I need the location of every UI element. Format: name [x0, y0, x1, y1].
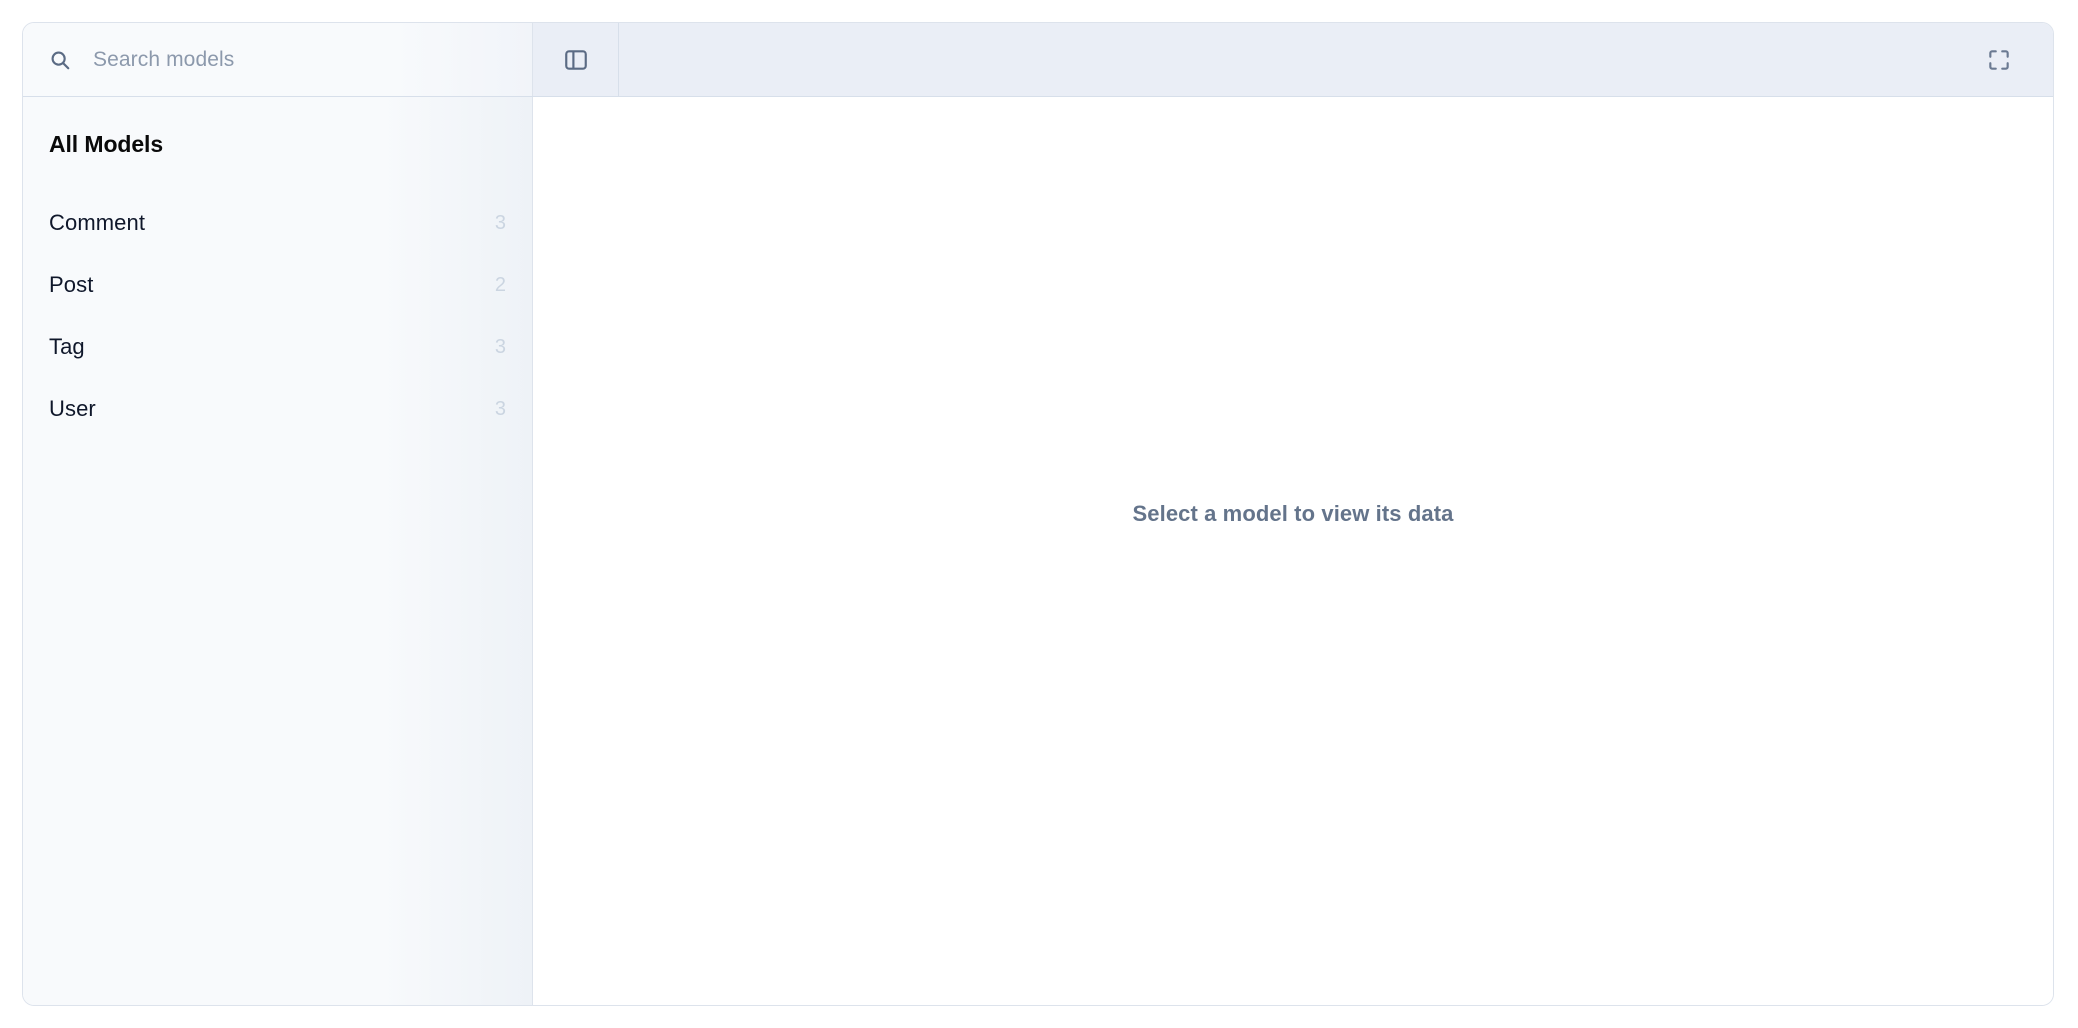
- top-bar: [23, 23, 2053, 97]
- model-list: Comment 3 Post 2 Tag 3 User 3: [23, 192, 532, 440]
- app-window: All Models Comment 3 Post 2 Tag 3 User 3 Select…: [22, 22, 2054, 1006]
- model-item-count: 3: [494, 397, 506, 420]
- model-item-count: 3: [494, 211, 506, 234]
- header-title-area: [619, 23, 2053, 96]
- sidebar-heading: All Models: [49, 131, 164, 157]
- sidebar-item-user[interactable]: User 3: [23, 378, 532, 440]
- body-area: All Models Comment 3 Post 2 Tag 3 User 3 Select…: [23, 97, 2053, 1005]
- panel-left-icon: [564, 49, 587, 70]
- fullscreen-icon: [1989, 49, 2009, 70]
- model-item-label: User: [49, 396, 96, 421]
- sidebar-item-tag[interactable]: Tag 3: [23, 316, 532, 378]
- model-item-label: Comment: [49, 210, 146, 235]
- search-input[interactable]: [93, 47, 510, 72]
- header-toolbar: [533, 23, 2053, 96]
- model-item-label: Post: [49, 272, 94, 297]
- main-content: Select a model to view its data: [533, 97, 2053, 1005]
- model-item-count: 2: [494, 273, 506, 296]
- search-icon: [51, 51, 70, 69]
- empty-state-message: Select a model to view its data: [1132, 501, 1454, 526]
- model-sidebar: All Models Comment 3 Post 2 Tag 3 User 3: [23, 97, 533, 1005]
- fullscreen-button[interactable]: [1977, 38, 2021, 82]
- sidebar-item-post[interactable]: Post 2: [23, 254, 532, 316]
- model-item-count: 3: [494, 335, 506, 358]
- sidebar-toggle-button[interactable]: [533, 23, 619, 96]
- model-item-label: Tag: [49, 334, 85, 359]
- search-bar: [23, 23, 533, 96]
- sidebar-item-comment[interactable]: Comment 3: [23, 192, 532, 254]
